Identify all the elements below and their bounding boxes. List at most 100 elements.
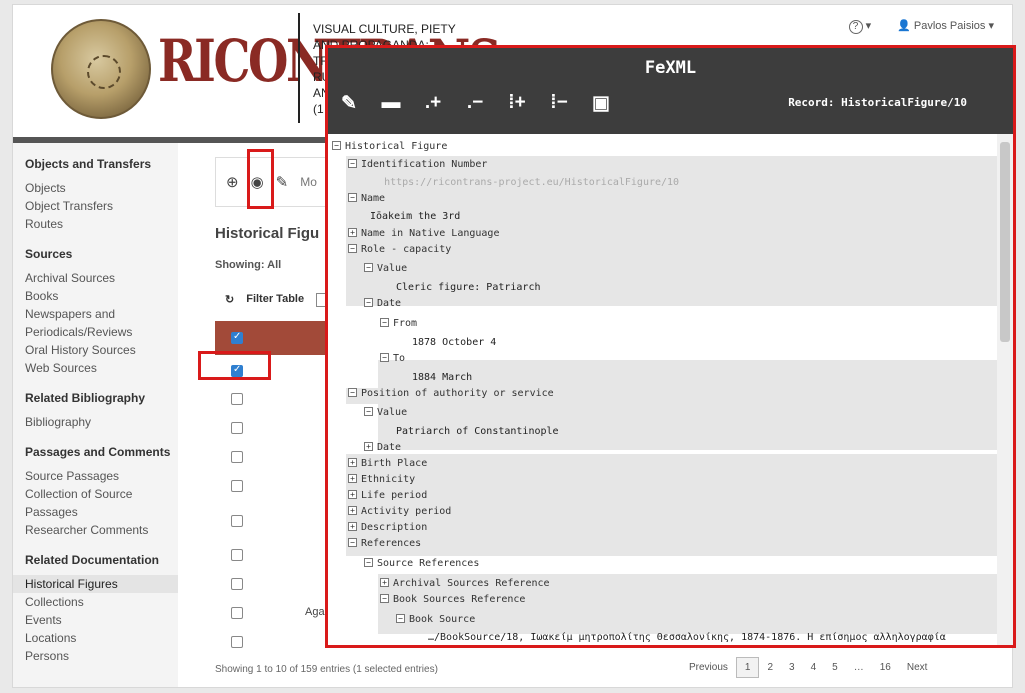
sidebar-item-web-sources[interactable]: Web Sources (25, 359, 178, 377)
tree-node[interactable]: − Book Sources Reference (380, 593, 525, 607)
sidebar-item-oral-history[interactable]: Oral History Sources (25, 341, 178, 359)
sidebar-item-routes[interactable]: Routes (25, 215, 178, 233)
row-checkbox[interactable] (231, 364, 243, 377)
row-checkbox[interactable] (231, 636, 243, 648)
sidebar-item-collection-of-source[interactable]: Collection of Source (25, 485, 178, 503)
tree-value[interactable]: …/BookSource/18, Ιωακείμ μητροπολίτης Θε… (428, 631, 946, 645)
expand-icon[interactable]: + (364, 442, 373, 451)
tree-node[interactable]: − To (380, 352, 405, 366)
tree-node[interactable]: − Historical Figure (332, 140, 447, 154)
pager-page[interactable]: 4 (803, 658, 825, 677)
collapse-icon[interactable]: − (348, 193, 357, 202)
expand-icon[interactable]: + (380, 578, 389, 587)
row-checkbox[interactable] (231, 607, 243, 619)
tree-node[interactable]: + Birth Place (348, 457, 427, 471)
tree-node[interactable]: − Identification Number (348, 158, 487, 172)
pager-page[interactable]: 5 (824, 658, 846, 677)
tree-node[interactable]: + Date (364, 441, 401, 455)
row-checkbox[interactable] (231, 451, 243, 463)
tree-node[interactable]: − Date (364, 297, 401, 311)
eye-icon[interactable]: ◉ (251, 173, 264, 191)
tree-node[interactable]: + Description (348, 521, 427, 535)
edit-icon[interactable]: ✎ (336, 92, 362, 115)
collapse-icon[interactable]: − (380, 594, 389, 603)
tree-value[interactable]: Patriarch of Constantinople (396, 425, 559, 439)
tree-value[interactable]: Cleric figure: Patriarch (396, 281, 541, 295)
pager-page[interactable]: 1 (735, 657, 760, 678)
sidebar-item-archival-sources[interactable]: Archival Sources (25, 269, 178, 287)
expand-icon[interactable]: + (348, 506, 357, 515)
sidebar-item-bibliography[interactable]: Bibliography (25, 413, 178, 431)
remove-icon[interactable]: .− (462, 92, 488, 115)
expand-icon[interactable]: + (348, 458, 357, 467)
pager-page[interactable]: 16 (872, 658, 899, 677)
sidebar-item-objects[interactable]: Objects (25, 179, 178, 197)
pager-next[interactable]: Next (899, 658, 936, 677)
collapse-icon[interactable]: − (364, 298, 373, 307)
collapse-icon[interactable]: − (364, 407, 373, 416)
add-after-icon[interactable]: ⁞+ (504, 92, 530, 115)
row-checkbox[interactable] (231, 422, 243, 434)
sidebar-item-persons[interactable]: Persons (25, 647, 178, 665)
folder-icon[interactable]: ▬ (378, 92, 404, 115)
scrollbar-thumb[interactable] (1000, 142, 1010, 342)
collapse-icon[interactable]: − (396, 614, 405, 623)
tree-node[interactable]: − Name (348, 192, 385, 206)
remove-all-icon[interactable]: ⁞− (546, 92, 572, 115)
edit-icon[interactable]: ✎ (276, 173, 289, 191)
row-checkbox[interactable] (231, 393, 243, 405)
collapse-icon[interactable]: − (348, 244, 357, 253)
sidebar-item-passages[interactable]: Passages (25, 503, 178, 521)
collapse-icon[interactable]: − (348, 538, 357, 547)
tree-node[interactable]: − Source References (364, 557, 479, 571)
more-label[interactable]: Mo (300, 175, 317, 189)
collapse-icon[interactable]: − (380, 318, 389, 327)
save-icon[interactable]: ▣ (588, 92, 614, 115)
sidebar-item-source-passages[interactable]: Source Passages (25, 467, 178, 485)
collapse-icon[interactable]: − (380, 353, 389, 362)
sidebar-item-events[interactable]: Events (25, 611, 178, 629)
sidebar-item-historical-figures[interactable]: Historical Figures (13, 575, 178, 593)
add-circle-icon[interactable]: ⊕ (226, 173, 239, 191)
fexml-scrollbar[interactable] (997, 134, 1013, 645)
collapse-icon[interactable]: − (332, 141, 341, 150)
tree-node[interactable]: − From (380, 317, 417, 331)
user-menu[interactable]: 👤 Pavlos Paisios ▾ (897, 19, 994, 34)
pager-previous[interactable]: Previous (681, 658, 736, 677)
refresh-icon[interactable]: ↻ (225, 293, 234, 307)
sidebar-item-books[interactable]: Books (25, 287, 178, 305)
collapse-icon[interactable]: − (364, 263, 373, 272)
row-checkbox[interactable] (231, 480, 243, 492)
tree-node[interactable]: + Activity period (348, 505, 451, 519)
collapse-icon[interactable]: − (348, 388, 357, 397)
row-checkbox[interactable] (231, 578, 243, 590)
row-checkbox[interactable] (231, 549, 243, 561)
collapse-icon[interactable]: − (348, 159, 357, 168)
sidebar-item-researcher-comments[interactable]: Researcher Comments (25, 521, 178, 539)
pager-page[interactable]: 2 (759, 658, 781, 677)
pager-page[interactable]: 3 (781, 658, 803, 677)
add-icon[interactable]: .+ (420, 92, 446, 115)
tree-node[interactable]: − Position of authority or service (348, 387, 554, 401)
tree-node[interactable]: − Value (364, 406, 407, 420)
expand-icon[interactable]: + (348, 490, 357, 499)
tree-node[interactable]: − Value (364, 262, 407, 276)
sidebar-item-locations[interactable]: Locations (25, 629, 178, 647)
sidebar-item-object-transfers[interactable]: Object Transfers (25, 197, 178, 215)
tree-node[interactable]: − Book Source (396, 613, 475, 627)
tree-node[interactable]: − Role - capacity (348, 243, 451, 257)
select-all-checkbox[interactable] (231, 331, 243, 344)
tree-value[interactable]: Iōakeim the 3rd (370, 210, 460, 224)
sidebar-item-newspapers[interactable]: Newspapers and (25, 305, 178, 323)
tree-node[interactable]: − References (348, 537, 421, 551)
sidebar-item-collections[interactable]: Collections (25, 593, 178, 611)
tree-value[interactable]: https://ricontrans-project.eu/Historical… (366, 176, 679, 190)
row-checkbox[interactable] (231, 515, 243, 527)
tree-node[interactable]: + Archival Sources Reference (380, 577, 550, 591)
tree-node[interactable]: + Ethnicity (348, 473, 415, 487)
expand-icon[interactable]: + (348, 522, 357, 531)
tree-value[interactable]: 1884 March (412, 371, 472, 385)
tree-value[interactable]: 1878 October 4 (412, 336, 496, 350)
tree-node[interactable]: + Life period (348, 489, 427, 503)
sidebar-item-periodicals[interactable]: Periodicals/Reviews (25, 323, 178, 341)
